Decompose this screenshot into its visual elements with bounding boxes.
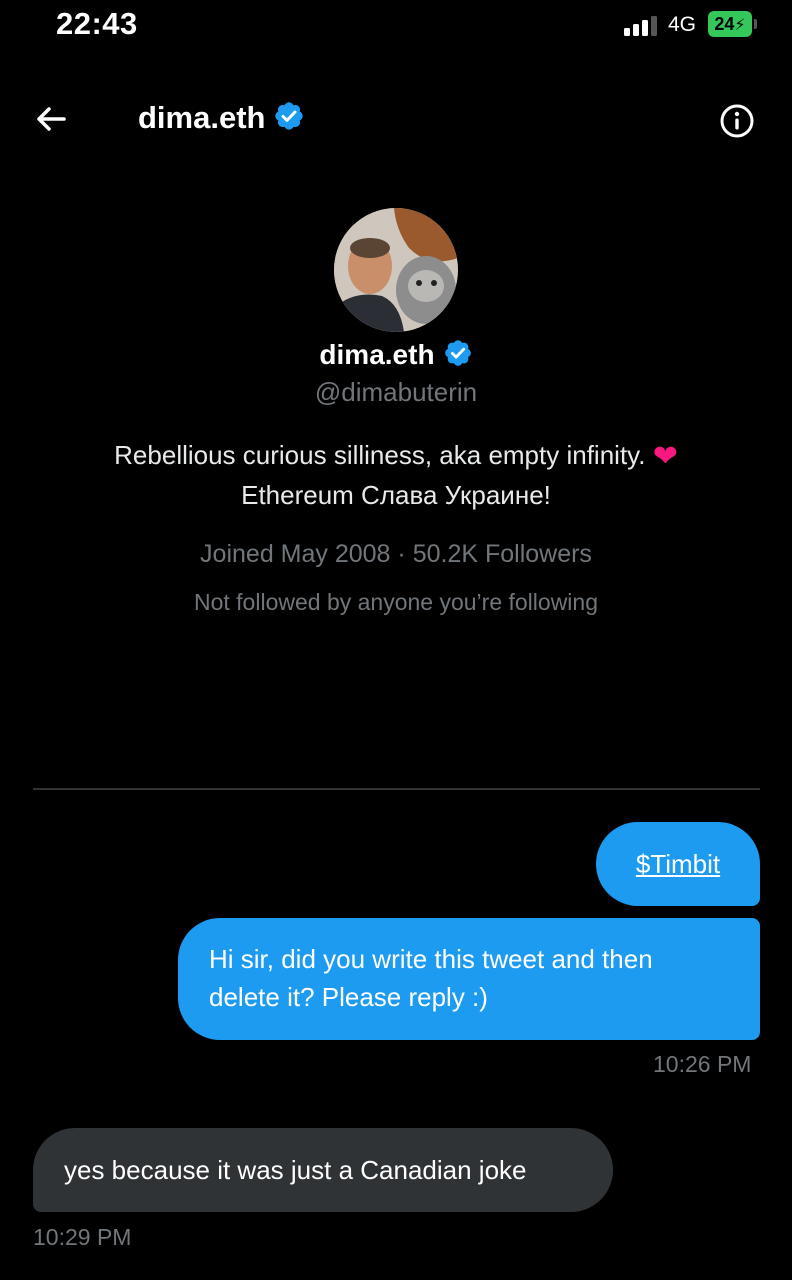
message-bubble-outgoing[interactable]: Hi sir, did you write this tweet and the… [178, 918, 760, 1040]
bio-line-2: Ethereum Слава Украине! [241, 480, 551, 510]
mutual-followers-note: Not followed by anyone you’re following [193, 589, 599, 615]
followers-count[interactable]: 50.2K Followers [413, 540, 592, 568]
back-button[interactable] [34, 102, 68, 136]
verified-badge-icon [444, 340, 471, 366]
divider [33, 788, 760, 790]
joined-date: Joined May 2008 [200, 540, 391, 568]
message-text: yes because it was just a Canadian joke [64, 1155, 527, 1185]
charging-bolt-icon: ⚡ [734, 17, 746, 34]
header-title[interactable]: dima.eth [138, 100, 305, 136]
meta-separator: · [397, 540, 406, 568]
cashtag-link[interactable]: $Timbit [636, 849, 720, 879]
message-bubble-incoming[interactable]: yes because it was just a Canadian joke [33, 1128, 613, 1212]
signal-strength-icon [624, 14, 660, 36]
battery-icon: 24⚡ [708, 11, 752, 37]
battery-level: 24 [714, 14, 735, 34]
info-circle-icon [720, 104, 754, 138]
profile-name[interactable]: dima.eth [0, 338, 792, 371]
avatar-photo [334, 208, 458, 332]
profile-name-text: dima.eth [319, 339, 435, 370]
status-bar: 22:43 4G 24⚡ [0, 0, 792, 56]
message-timestamp: 10:26 PM [653, 1051, 752, 1077]
arrow-left-icon [37, 107, 66, 131]
battery-tip [754, 19, 757, 29]
message-text: Hi sir, did you write this tweet and the… [209, 944, 653, 1012]
info-button[interactable] [718, 102, 756, 140]
profile-bio: Rebellious curious silliness, aka empty … [0, 436, 792, 514]
heart-emoji-icon: ❤ [652, 440, 678, 473]
conversation-header: dima.eth [0, 90, 792, 150]
network-type: 4G [668, 13, 697, 36]
verified-badge-icon [275, 102, 304, 130]
profile-handle: @dimabuterin [314, 377, 478, 407]
profile-meta: Joined May 2008 · 50.2K Followers [0, 540, 792, 569]
status-time: 22:43 [56, 6, 138, 41]
bio-line-1: Rebellious curious silliness, aka empty … [114, 440, 646, 470]
message-timestamp: 10:29 PM [33, 1224, 132, 1250]
header-name-text: dima.eth [138, 100, 266, 135]
avatar[interactable] [334, 208, 458, 332]
profile-summary: dima.eth @dimabuterin Rebellious curious… [0, 208, 792, 616]
message-bubble-outgoing[interactable]: $Timbit [596, 822, 760, 906]
